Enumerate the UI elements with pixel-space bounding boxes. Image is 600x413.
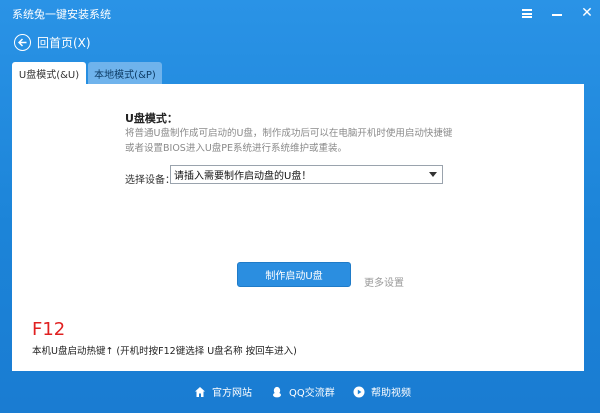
- app-window: 系统兔一键安装系统 ✕ 回首页(X) U盘模式(&U) 本地模式(&P) U盘模…: [0, 0, 600, 413]
- close-icon: ✕: [581, 5, 593, 21]
- make-boot-usb-button[interactable]: 制作启动U盘: [237, 262, 351, 287]
- tab-usb-mode[interactable]: U盘模式(&U): [12, 62, 86, 84]
- back-home-label: 回首页(X): [37, 35, 91, 50]
- mode-tabs: U盘模式(&U) 本地模式(&P): [12, 62, 164, 84]
- footer-bar: 官方网站 QQ交流群 帮助视频: [0, 378, 600, 406]
- device-select[interactable]: 请插入需要制作启动盘的U盘！: [170, 165, 443, 184]
- mode-heading: U盘模式：: [125, 112, 178, 125]
- home-icon: [194, 386, 206, 398]
- qq-group-label: QQ交流群: [289, 388, 335, 399]
- boot-hotkey: F12: [32, 319, 66, 340]
- boot-hotkey-note: 本机U盘启动热键↑ (开机时按F12键选择 U盘名称 按回车进入): [32, 346, 297, 357]
- play-icon: [353, 386, 365, 398]
- official-site-label: 官方网站: [212, 388, 252, 399]
- qq-icon: [271, 386, 283, 398]
- menu-icon: [522, 8, 532, 18]
- title-bar: 系统兔一键安装系统 ✕: [0, 0, 600, 26]
- usb-mode-panel: U盘模式： 将普通U盘制作成可启动的U盘，制作成功后可以在电脑开机时使用启动快捷…: [12, 84, 584, 371]
- device-select-value: 请插入需要制作启动盘的U盘！: [174, 171, 312, 182]
- qq-group-link[interactable]: QQ交流群: [271, 384, 335, 399]
- help-video-label: 帮助视频: [371, 388, 411, 399]
- chevron-down-icon: [429, 172, 437, 177]
- menu-button[interactable]: [516, 2, 538, 24]
- more-settings-link[interactable]: 更多设置: [364, 274, 404, 289]
- back-arrow-icon: [14, 33, 31, 51]
- mode-description: 将普通U盘制作成可启动的U盘，制作成功后可以在电脑开机时使用启动快捷键或者设置B…: [125, 128, 453, 154]
- back-home-link[interactable]: 回首页(X): [14, 32, 91, 52]
- help-video-link[interactable]: 帮助视频: [353, 384, 411, 399]
- window-title: 系统兔一键安装系统: [12, 8, 111, 21]
- tab-local-mode[interactable]: 本地模式(&P): [88, 62, 162, 84]
- device-select-label: 选择设备：: [125, 175, 175, 186]
- minimize-icon: [552, 14, 562, 16]
- official-site-link[interactable]: 官方网站: [194, 384, 252, 399]
- minimize-button[interactable]: [546, 2, 568, 24]
- close-button[interactable]: ✕: [576, 2, 598, 24]
